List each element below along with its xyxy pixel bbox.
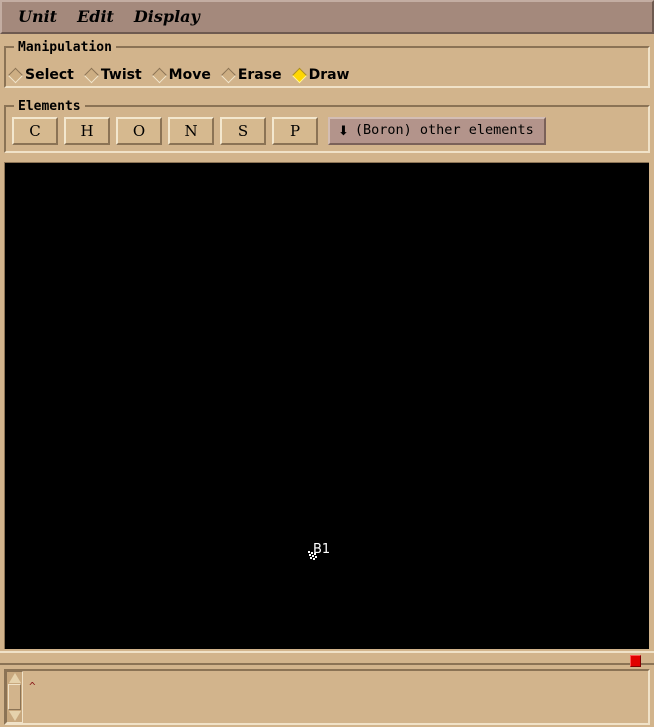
- triangle-down-icon[interactable]: [8, 711, 21, 721]
- manipulation-group-label: Manipulation: [14, 41, 116, 54]
- element-button-nitrogen[interactable]: N: [168, 117, 214, 145]
- element-button-sulfur[interactable]: S: [220, 117, 266, 145]
- element-button-oxygen[interactable]: O: [116, 117, 162, 145]
- radio-label: Select: [25, 67, 74, 83]
- arrow-down-icon: ⬇: [338, 123, 349, 139]
- menu-bar: Unit Edit Display: [0, 0, 654, 34]
- scrollbar-thumb[interactable]: [8, 684, 21, 710]
- radio-label: Twist: [100, 67, 142, 83]
- radio-diamond-icon: [83, 67, 100, 83]
- element-button-carbon[interactable]: C: [12, 117, 58, 145]
- resize-grip[interactable]: [630, 655, 641, 667]
- menu-item-edit[interactable]: Edit: [69, 7, 122, 27]
- manipulation-radio-group: Select Twist Move Erase Draw: [7, 54, 361, 96]
- radio-diamond-icon: [151, 67, 167, 83]
- menu-item-display[interactable]: Display: [126, 7, 208, 27]
- radio-diamond-icon: [220, 67, 237, 83]
- radio-draw[interactable]: Draw: [291, 67, 350, 83]
- console-output-text: [30, 675, 640, 719]
- radio-diamond-selected-icon: [291, 67, 307, 83]
- console-scrollbar[interactable]: [6, 671, 23, 723]
- radio-twist[interactable]: Twist: [83, 67, 142, 83]
- menu-item-unit[interactable]: Unit: [10, 7, 65, 27]
- radio-diamond-icon: [7, 67, 24, 83]
- triangle-up-icon[interactable]: [8, 673, 21, 683]
- other-elements-label: (Boron) other elements: [354, 122, 534, 139]
- other-elements-dropdown[interactable]: ⬇ (Boron) other elements: [328, 117, 546, 145]
- draw-crosshair-cursor-icon: [308, 551, 317, 560]
- radio-label: Move: [168, 67, 211, 83]
- separator-bar: [0, 651, 654, 665]
- element-button-phosphorus[interactable]: P: [272, 117, 318, 145]
- radio-label: Draw: [308, 67, 350, 83]
- radio-move[interactable]: Move: [151, 67, 211, 83]
- molecule-canvas[interactable]: B1: [4, 162, 649, 649]
- elements-button-row: C H O N S P ⬇ (Boron) other elements: [12, 117, 546, 145]
- radio-erase[interactable]: Erase: [220, 67, 282, 83]
- elements-group-label: Elements: [14, 100, 85, 113]
- radio-select[interactable]: Select: [7, 67, 74, 83]
- radio-label: Erase: [237, 67, 282, 83]
- element-button-hydrogen[interactable]: H: [64, 117, 110, 145]
